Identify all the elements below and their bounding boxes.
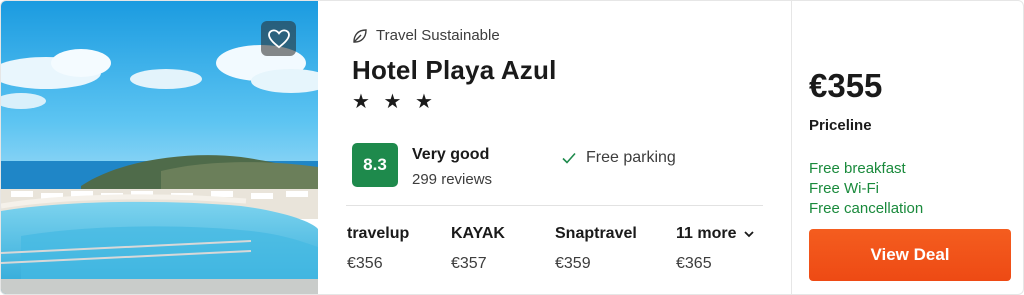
review-score-badge: 8.3 — [352, 143, 398, 187]
other-offers: travelup €356 KAYAK €357 Snaptravel €359… — [347, 225, 767, 285]
free-parking-amenity: Free parking — [562, 149, 676, 167]
hotel-name[interactable]: Hotel Playa Azul — [352, 55, 557, 86]
more-offers-price: €365 — [676, 255, 712, 272]
offer-perks: Free breakfast Free Wi-Fi Free cancellat… — [809, 159, 923, 219]
offer-kayak[interactable]: KAYAK €357 — [451, 225, 505, 273]
more-offers-label-row: 11 more — [676, 225, 755, 243]
hotel-details: Travel Sustainable Hotel Playa Azul ★ ★ … — [318, 1, 791, 294]
star-rating: ★ ★ ★ — [352, 91, 437, 113]
divider — [346, 205, 763, 206]
check-icon — [562, 152, 576, 164]
sustainability-badge: Travel Sustainable — [352, 27, 500, 44]
hotel-photo[interactable] — [1, 1, 318, 294]
leaf-icon — [353, 28, 367, 43]
offer-provider: KAYAK — [451, 225, 505, 242]
offer-snaptravel[interactable]: Snaptravel €359 — [555, 225, 637, 273]
heart-icon — [267, 28, 290, 48]
best-offer-panel: €355 Priceline Free breakfast Free Wi-Fi… — [792, 1, 1023, 294]
chevron-down-icon — [744, 230, 755, 237]
more-offers-button[interactable]: 11 more €365 — [676, 225, 755, 273]
best-price: €355 — [809, 67, 883, 104]
rating-word: Very good — [412, 146, 490, 163]
offer-provider: travelup — [347, 225, 410, 242]
favorite-button[interactable] — [261, 21, 296, 56]
offer-provider: Snaptravel — [555, 225, 637, 242]
view-deal-button[interactable]: View Deal — [809, 229, 1011, 281]
perk-free-wifi: Free Wi-Fi — [809, 180, 879, 197]
perk-free-cancellation: Free cancellation — [809, 200, 924, 217]
best-offer-provider: Priceline — [809, 117, 872, 134]
offer-price: €359 — [555, 255, 591, 272]
more-offers-label: 11 more — [676, 225, 737, 242]
hotel-result-card: Travel Sustainable Hotel Playa Azul ★ ★ … — [0, 0, 1024, 295]
offer-price: €357 — [451, 255, 487, 272]
perk-free-breakfast: Free breakfast — [809, 160, 906, 177]
offer-travelup[interactable]: travelup €356 — [347, 225, 409, 273]
offer-price: €356 — [347, 255, 383, 272]
review-count[interactable]: 299 reviews — [412, 171, 492, 188]
sustainability-label: Travel Sustainable — [376, 27, 500, 44]
amenity-label: Free parking — [586, 149, 676, 166]
